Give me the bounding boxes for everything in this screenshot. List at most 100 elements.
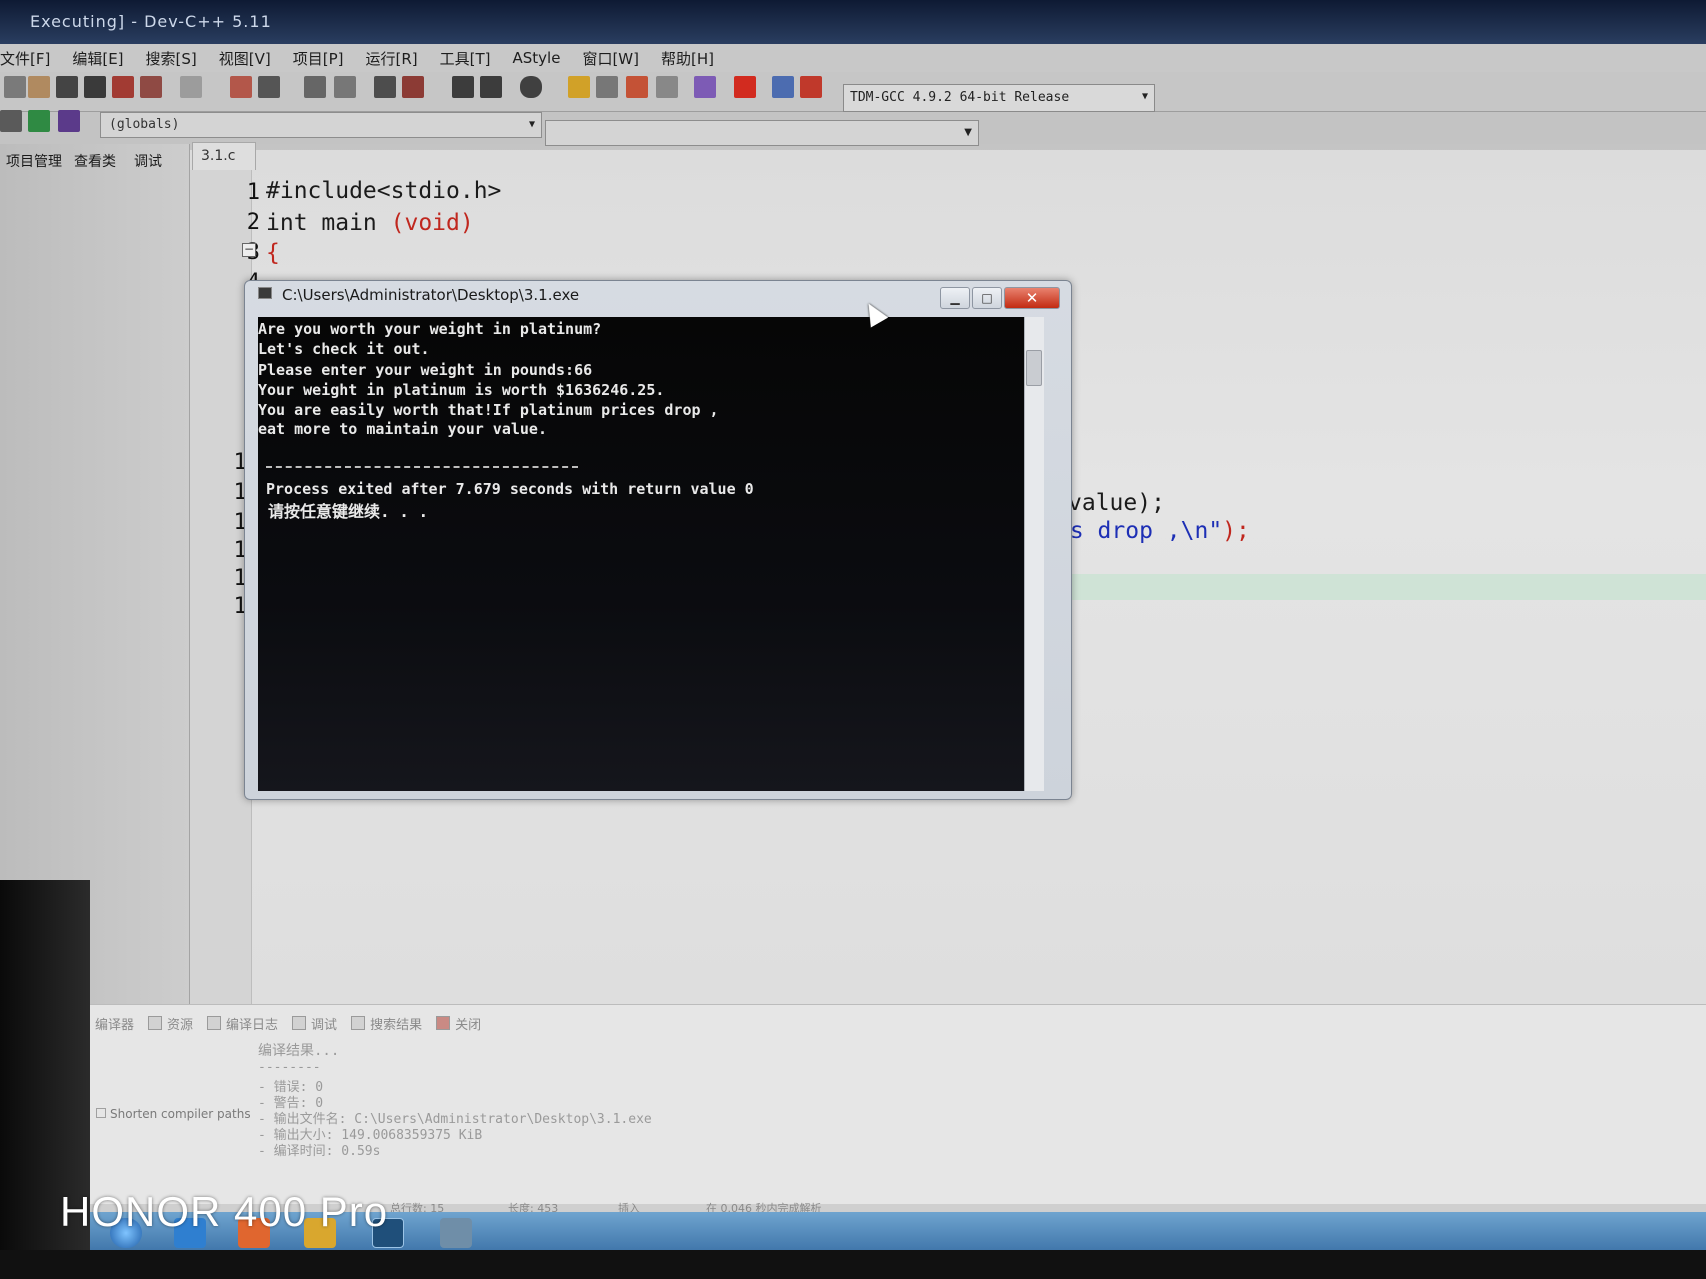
code-line-11-tail: value); <box>1068 490 1165 516</box>
window-title-bar: Executing] - Dev-C++ 5.11 <box>0 0 1706 46</box>
code-close-paren: ); <box>1222 518 1250 544</box>
member-select[interactable]: ▼ <box>545 120 979 146</box>
replace-icon[interactable] <box>334 76 356 98</box>
console-press-key: 请按任意键继续. . . <box>268 502 429 521</box>
class-browser-icon[interactable] <box>0 110 22 132</box>
line-number: 1 <box>246 180 260 205</box>
print-icon[interactable] <box>180 76 202 98</box>
tab-resources[interactable]: 资源 <box>148 1010 193 1036</box>
close-icon <box>436 1016 451 1030</box>
find-icon[interactable] <box>304 76 326 98</box>
debug-icon[interactable] <box>800 76 822 98</box>
tab-compile-log[interactable]: 编译日志 <box>207 1010 278 1036</box>
forward-icon[interactable] <box>480 76 502 98</box>
code-string: es drop ,\n" <box>1056 518 1223 544</box>
shorten-paths-label: Shorten compiler paths <box>110 1107 251 1121</box>
menu-help[interactable]: 帮助[H] <box>661 48 714 69</box>
tab-label: 搜索结果 <box>370 1017 423 1033</box>
screen: Executing] - Dev-C++ 5.11 文件[F] 编辑[E] 搜索… <box>0 0 1706 1279</box>
compile-run-icon[interactable] <box>626 76 648 98</box>
window-title: Executing] - Dev-C++ 5.11 <box>30 12 272 31</box>
monitor-bottom-bezel <box>0 1250 1706 1279</box>
active-line-highlight <box>1060 574 1706 600</box>
tab-classes[interactable]: 查看类 <box>68 148 122 172</box>
save-icon[interactable] <box>56 76 78 98</box>
run-icon[interactable] <box>596 76 618 98</box>
shorten-paths-checkbox[interactable] <box>96 1108 106 1118</box>
new-file-icon[interactable] <box>4 76 26 98</box>
tab-label: 编译器 <box>95 1017 135 1033</box>
stop-icon[interactable] <box>734 76 756 98</box>
menu-file[interactable]: 文件[F] <box>0 48 50 69</box>
menu-bar: 文件[F] 编辑[E] 搜索[S] 视图[V] 项目[P] 运行[R] 工具[T… <box>0 44 1706 72</box>
console-title: C:\Users\Administrator\Desktop\3.1.exe <box>282 286 580 304</box>
scope-select-value: (globals) <box>109 117 180 132</box>
fold-toggle-icon[interactable]: − <box>242 243 256 257</box>
menu-astyle[interactable]: AStyle <box>513 49 561 67</box>
back-icon[interactable] <box>452 76 474 98</box>
console-exit-line: Process exited after 7.679 seconds with … <box>266 480 754 498</box>
tab-search-results[interactable]: 搜索结果 <box>351 1010 422 1036</box>
tab-debug-output[interactable]: 调试 <box>292 1010 337 1036</box>
tab-label: 调试 <box>311 1017 338 1033</box>
unindent-icon[interactable] <box>402 76 424 98</box>
menu-run[interactable]: 运行[R] <box>365 48 417 69</box>
chart-icon <box>207 1016 222 1030</box>
scrollbar-thumb[interactable] <box>1026 350 1042 386</box>
menu-view[interactable]: 视图[V] <box>219 48 271 69</box>
console-line: Your weight in platinum is worth $163624… <box>258 381 665 399</box>
log-header: 编译结果... <box>258 1043 340 1059</box>
maximize-button[interactable]: □ <box>972 287 1002 309</box>
tab-label: 关闭 <box>455 1017 482 1033</box>
indent-icon[interactable] <box>374 76 396 98</box>
tab-debug[interactable]: 调试 <box>128 148 168 172</box>
minimize-button[interactable]: ▁ <box>940 287 970 309</box>
menu-edit[interactable]: 编辑[E] <box>72 48 123 69</box>
tab-close[interactable]: 关闭 <box>436 1010 481 1036</box>
chevron-down-icon: ▼ <box>964 127 972 138</box>
code-keyword-int-main: int main <box>266 210 391 236</box>
code-line-12-tail: es drop ,\n"); <box>1056 518 1250 544</box>
check-syntax-icon[interactable] <box>694 76 716 98</box>
console-line: Please enter your weight in pounds:66 <box>258 361 593 379</box>
close-all-icon[interactable] <box>140 76 162 98</box>
output-tabs: 编译器 资源 编译日志 调试 搜索结果 关闭 <box>76 1010 495 1036</box>
bookmark-icon[interactable] <box>520 76 542 98</box>
code-params: (void) <box>390 210 474 236</box>
compiler-select-value: TDM-GCC 4.9.2 64-bit Release <box>850 90 1070 105</box>
menu-project[interactable]: 项目[P] <box>293 48 344 69</box>
menu-tools[interactable]: 工具[T] <box>440 48 491 69</box>
redo-icon[interactable] <box>258 76 280 98</box>
code-line-2: int main (void) <box>266 210 474 236</box>
chevron-down-icon: ▼ <box>528 119 535 130</box>
close-button[interactable]: ✕ <box>1004 287 1060 309</box>
undo-icon[interactable] <box>230 76 252 98</box>
code-line-1: #include<stdio.h> <box>266 178 502 204</box>
open-file-icon[interactable] <box>28 76 50 98</box>
insert-icon[interactable] <box>58 110 80 132</box>
console-scrollbar[interactable] <box>1024 317 1044 791</box>
close-file-icon[interactable] <box>112 76 134 98</box>
menu-window[interactable]: 窗口[W] <box>582 48 639 69</box>
compile-icon[interactable] <box>568 76 590 98</box>
menu-search[interactable]: 搜索[S] <box>146 48 197 69</box>
console-line: Are you worth your weight in platinum? <box>258 320 602 338</box>
tab-project[interactable]: 项目管理 <box>0 148 68 172</box>
chevron-down-icon: ▼ <box>1141 91 1148 102</box>
profile-icon[interactable] <box>772 76 794 98</box>
goto-icon[interactable] <box>28 110 50 132</box>
code-line-3: { <box>266 240 280 266</box>
tab-label: 资源 <box>167 1017 194 1033</box>
console-task-icon[interactable] <box>440 1218 472 1248</box>
console-line: Let's check it out. <box>258 340 430 358</box>
tab-file[interactable]: 3.1.c <box>192 142 256 170</box>
resources-icon <box>148 1016 163 1030</box>
compiler-select[interactable]: TDM-GCC 4.9.2 64-bit Release ▼ <box>843 84 1155 112</box>
scope-select[interactable]: (globals) ▼ <box>100 112 542 138</box>
rebuild-icon[interactable] <box>656 76 678 98</box>
log-separator: -------- <box>258 1060 321 1075</box>
camera-watermark: HONOR 400 Pro <box>60 1188 389 1235</box>
save-all-icon[interactable] <box>84 76 106 98</box>
project-panel <box>0 144 190 1004</box>
console-line: You are easily worth that!If platinum pr… <box>258 401 719 419</box>
